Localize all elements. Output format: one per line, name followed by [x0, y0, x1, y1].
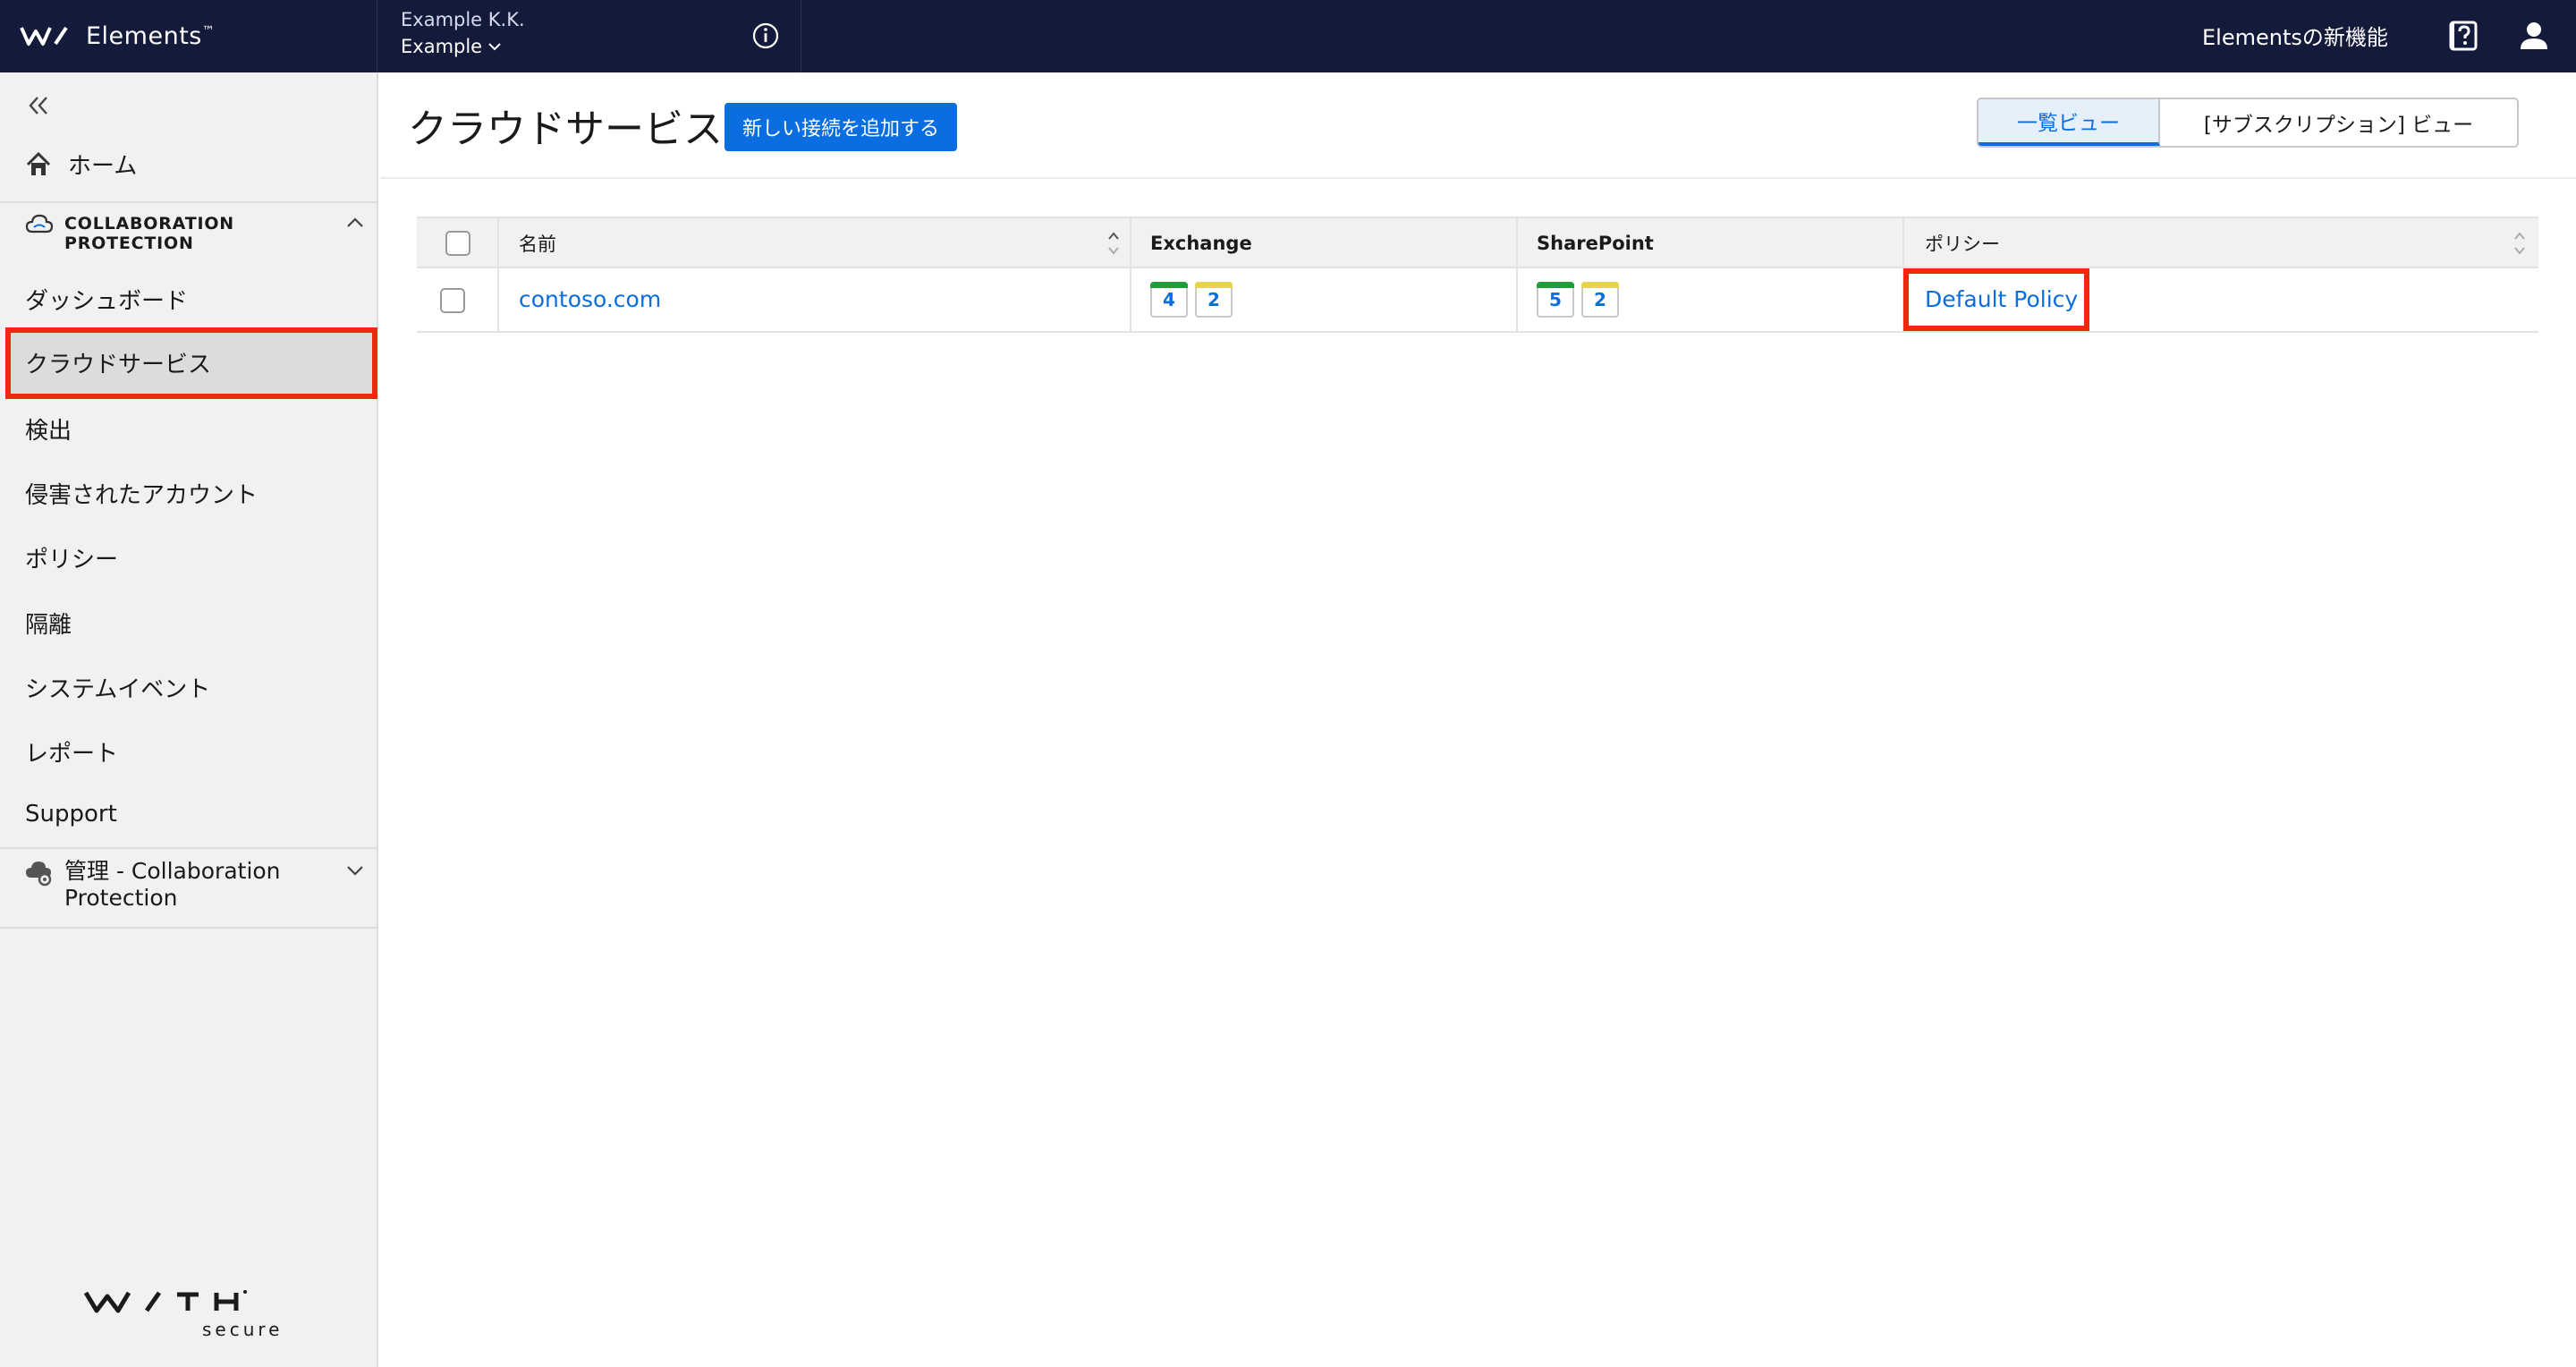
column-header-name[interactable]: 名前	[519, 218, 556, 268]
badge-count: 2	[1208, 289, 1220, 310]
sidebar-item-cloud-services[interactable]: クラウドサービス	[25, 346, 211, 379]
divider	[0, 927, 377, 929]
column-header-policy[interactable]: ポリシー	[1925, 218, 2000, 268]
svg-text:secure: secure	[202, 1319, 283, 1340]
badge-count: 4	[1163, 289, 1175, 310]
cloud-icon	[25, 214, 54, 233]
badge-count: 2	[1594, 289, 1606, 310]
brand[interactable]: Elements™	[20, 16, 215, 55]
cloud-services-table: 名前 Exchange SharePoint ポリシー contoso.com …	[417, 217, 2538, 333]
badge-count: 5	[1549, 289, 1562, 310]
withsecure-footer-logo: secure	[83, 1290, 283, 1340]
divider	[0, 201, 377, 203]
sidebar-item-home[interactable]: ホーム	[25, 148, 137, 181]
section-admin-label: 管理 - Collaboration Protection	[64, 858, 281, 911]
chevron-down-icon	[347, 866, 363, 876]
sidebar-item-system-events[interactable]: システムイベント	[25, 671, 210, 704]
home-icon	[26, 151, 51, 175]
view-toggle: 一覧ビュー [サブスクリプション] ビュー	[1977, 98, 2519, 148]
withsecure-logo-icon	[20, 26, 68, 46]
status-color-bar	[1195, 282, 1233, 288]
service-name-link[interactable]: contoso.com	[519, 286, 661, 312]
row-checkbox[interactable]	[440, 288, 465, 313]
column-divider	[1516, 268, 1518, 331]
status-color-bar	[1581, 282, 1619, 288]
section-admin[interactable]: 管理 - Collaboration Protection	[25, 856, 365, 919]
org-switcher[interactable]: Example K.K. Example	[401, 9, 525, 57]
sidebar-item-dashboard[interactable]: ダッシュボード	[25, 283, 188, 316]
policy-link[interactable]: Default Policy	[1925, 286, 2078, 312]
column-divider	[497, 218, 499, 268]
chevron-up-icon	[347, 217, 363, 227]
add-connection-button[interactable]: 新しい接続を追加する	[724, 103, 957, 151]
column-divider	[497, 268, 499, 331]
page-title: クラウドサービス	[408, 106, 723, 152]
sharepoint-warning-badge[interactable]: 2	[1581, 282, 1619, 318]
column-divider	[1130, 218, 1131, 268]
chevron-down-icon	[488, 43, 501, 51]
sidebar-item-quarantine[interactable]: 隔離	[25, 607, 72, 640]
column-divider	[1516, 218, 1518, 268]
org-name: Example K.K.	[401, 9, 525, 30]
user-icon[interactable]	[2518, 20, 2550, 52]
column-header-sharepoint: SharePoint	[1537, 233, 1654, 254]
list-view-button[interactable]: 一覧ビュー	[1979, 99, 2160, 146]
sharepoint-ok-badge[interactable]: 5	[1537, 282, 1574, 318]
top-bar: Elements™ Example K.K. Example Elementsの…	[0, 0, 2576, 72]
subscription-view-button[interactable]: [サブスクリプション] ビュー	[2160, 99, 2517, 146]
sidebar-item-detections[interactable]: 検出	[25, 412, 72, 446]
sidebar-item-support[interactable]: Support	[25, 801, 117, 828]
brand-name: Elements™	[86, 21, 216, 50]
table-header: 名前 Exchange SharePoint ポリシー	[417, 217, 2538, 268]
sort-icon[interactable]	[1106, 226, 1122, 260]
sort-icon[interactable]	[2512, 226, 2528, 260]
collapse-sidebar-icon[interactable]	[25, 92, 52, 119]
divider	[0, 847, 377, 849]
column-divider	[1902, 218, 1904, 268]
column-header-exchange: Exchange	[1150, 233, 1252, 254]
table-row: contoso.com 4 2 5 2 Default Policy	[417, 268, 2538, 333]
exchange-ok-badge[interactable]: 4	[1150, 282, 1188, 318]
divider	[380, 177, 2576, 179]
exchange-warning-badge[interactable]: 2	[1195, 282, 1233, 318]
sidebar-item-policies[interactable]: ポリシー	[25, 541, 118, 574]
whats-new-link[interactable]: Elementsの新機能	[2202, 20, 2388, 51]
sidebar-item-label: ホーム	[68, 153, 138, 180]
cloud-gear-icon	[26, 862, 52, 887]
column-divider	[1130, 268, 1131, 331]
select-all-cell	[445, 218, 470, 268]
select-all-checkbox[interactable]	[445, 231, 470, 256]
org-dropdown[interactable]: Example	[401, 36, 525, 57]
sidebar: ホーム COLLABORATION PROTECTION ダッシュボード クラウ…	[0, 72, 378, 1367]
help-icon[interactable]	[2448, 20, 2479, 52]
info-icon[interactable]	[751, 21, 780, 50]
sidebar-item-compromised-accounts[interactable]: 侵害されたアカウント	[25, 477, 258, 510]
status-color-bar	[1537, 282, 1574, 288]
status-color-bar	[1150, 282, 1188, 288]
org-sub-label: Example	[401, 36, 483, 57]
section-title: COLLABORATION PROTECTION	[64, 214, 234, 253]
section-collaboration-protection[interactable]: COLLABORATION PROTECTION	[25, 208, 365, 262]
sidebar-item-reports[interactable]: レポート	[25, 735, 118, 768]
